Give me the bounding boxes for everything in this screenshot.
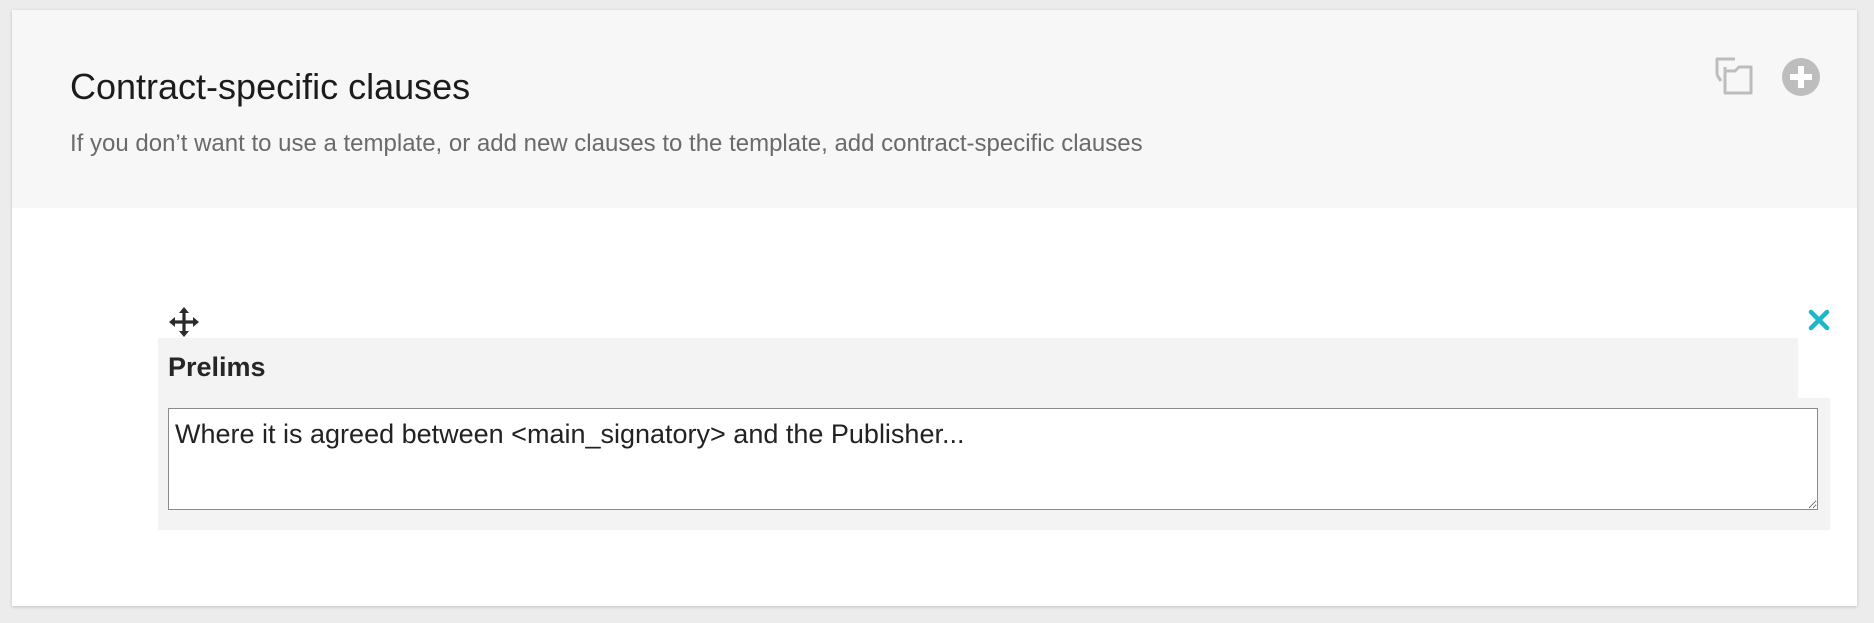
add-circle-icon [1781, 57, 1821, 100]
clause-toolbar [158, 306, 1830, 338]
clause-title-row: Prelims [158, 338, 1798, 398]
close-icon [1808, 309, 1830, 334]
clause-title: Prelims [168, 352, 266, 382]
section-title: Contract-specific clauses [70, 66, 471, 107]
panel-header: Contract-specific clauses If you don’t w… [12, 10, 1857, 208]
header-actions [1707, 53, 1821, 104]
section-subtitle: If you don’t want to use a template, or … [70, 130, 1143, 157]
move-icon[interactable] [168, 306, 200, 343]
contract-clauses-panel: Contract-specific clauses If you don’t w… [12, 10, 1857, 606]
clause-card: Prelims Where it is agreed between <main… [158, 306, 1830, 530]
clause-body: Where it is agreed between <main_signato… [158, 398, 1830, 530]
remove-clause-button[interactable] [1808, 309, 1830, 334]
copy-icon [1707, 53, 1755, 104]
add-clause-button[interactable] [1781, 57, 1821, 100]
clause-text-input[interactable]: Where it is agreed between <main_signato… [168, 408, 1818, 510]
copy-clauses-button[interactable] [1707, 53, 1755, 104]
